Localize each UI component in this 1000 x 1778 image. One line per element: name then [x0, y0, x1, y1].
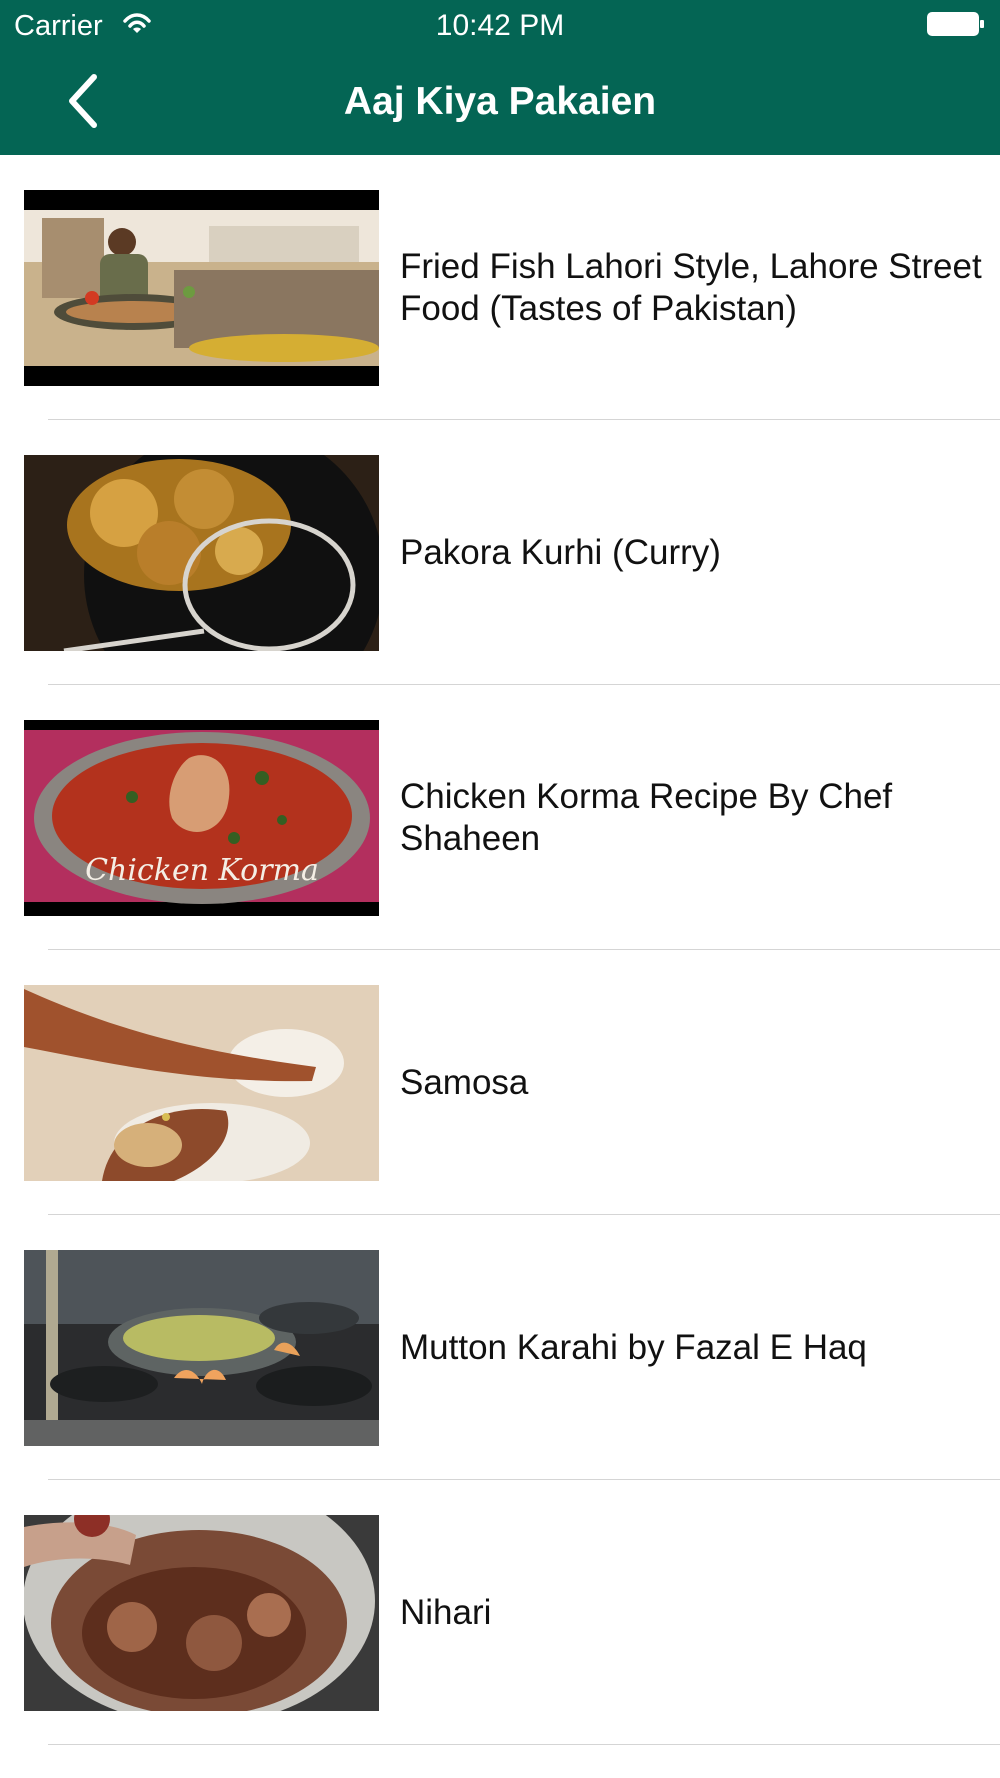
video-row-fried-fish[interactable]: Fried Fish Lahori Style, Lahore Street F… — [0, 155, 1000, 420]
video-thumbnail — [24, 190, 379, 386]
video-title: Samosa — [400, 1062, 529, 1102]
video-thumbnail — [24, 985, 379, 1181]
video-row-samosa[interactable]: Samosa — [0, 950, 1000, 1215]
video-title: Nihari — [400, 1592, 492, 1632]
row-divider — [48, 1744, 1000, 1745]
video-thumbnail — [24, 1250, 379, 1446]
video-row-pakora-kurhi[interactable]: Pakora Kurhi (Curry) — [0, 420, 1000, 685]
video-thumbnail — [24, 1515, 379, 1711]
video-list: Fried Fish Lahori Style, Lahore Street F… — [0, 155, 1000, 1745]
status-time: 10:42 PM — [435, 9, 565, 42]
video-row-nihari[interactable]: Nihari — [0, 1480, 1000, 1745]
battery-icon — [927, 12, 985, 36]
header: Carrier 10:42 PM Aaj Kiya Pakaien — [0, 0, 1000, 155]
page-title: Aaj Kiya Pakaien — [343, 80, 657, 123]
status-bar: Carrier 10:42 PM — [0, 0, 1000, 50]
video-title: Fried Fish Lahori Style, Lahore Street F… — [400, 246, 982, 328]
video-thumbnail — [24, 455, 379, 651]
navigation-bar: Aaj Kiya Pakaien — [0, 50, 1000, 155]
video-row-chicken-korma[interactable]: Chicken Korma Chicken Korma Recipe By Ch… — [0, 685, 1000, 950]
video-row-mutton-karahi[interactable]: Mutton Karahi by Fazal E Haq — [0, 1215, 1000, 1480]
video-title: Pakora Kurhi (Curry) — [400, 532, 721, 572]
video-title: Chicken Korma Recipe By Chef Shaheen — [400, 776, 893, 858]
thumbnail-caption: Chicken Korma — [85, 853, 319, 888]
video-title: Mutton Karahi by Fazal E Haq — [400, 1327, 867, 1367]
video-thumbnail: Chicken Korma — [24, 720, 379, 916]
